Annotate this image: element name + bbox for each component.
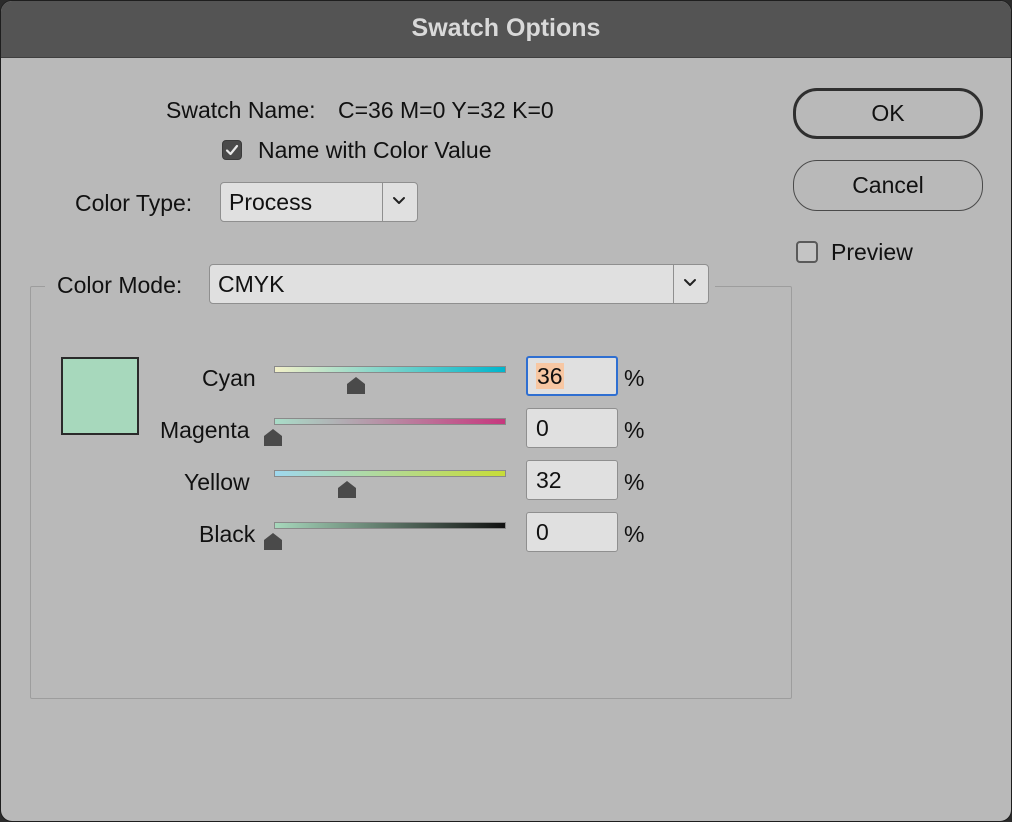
checkmark-icon bbox=[225, 144, 239, 156]
cyan-value: 36 bbox=[536, 363, 564, 389]
color-swatch-preview bbox=[61, 357, 139, 435]
magenta-slider-track[interactable] bbox=[274, 418, 506, 425]
yellow-unit: % bbox=[624, 469, 645, 495]
cyan-label: Cyan bbox=[202, 365, 256, 391]
color-type-select[interactable]: Process bbox=[220, 182, 418, 222]
cyan-value-input[interactable]: 36 bbox=[526, 356, 618, 396]
chevron-down-icon bbox=[684, 279, 696, 286]
black-slider-track[interactable] bbox=[274, 522, 506, 529]
magenta-unit: % bbox=[624, 417, 645, 443]
black-slider-thumb[interactable] bbox=[264, 533, 282, 550]
dialog-title: Swatch Options bbox=[1, 1, 1011, 58]
color-mode-value: CMYK bbox=[218, 271, 285, 297]
color-type-label: Color Type: bbox=[75, 190, 193, 216]
swatch-name-value: C=36 M=0 Y=32 K=0 bbox=[338, 97, 554, 123]
name-with-color-value-checkbox[interactable] bbox=[222, 140, 242, 160]
preview-checkbox[interactable] bbox=[796, 241, 818, 263]
ok-button[interactable]: OK bbox=[793, 88, 983, 139]
color-mode-dropdown-button[interactable] bbox=[673, 265, 708, 303]
color-type-dropdown-button[interactable] bbox=[382, 183, 417, 221]
cyan-slider-track[interactable] bbox=[274, 366, 506, 373]
cyan-unit: % bbox=[624, 365, 645, 391]
color-mode-label: Color Mode: bbox=[57, 272, 183, 298]
color-mode-select[interactable]: CMYK bbox=[209, 264, 709, 304]
swatch-name-label: Swatch Name: bbox=[166, 97, 316, 123]
chevron-down-icon bbox=[393, 197, 405, 204]
swatch-options-dialog: Swatch Options Swatch Name: C=36 M=0 Y=3… bbox=[0, 0, 1012, 822]
yellow-slider-thumb[interactable] bbox=[338, 481, 356, 498]
yellow-slider-track[interactable] bbox=[274, 470, 506, 477]
yellow-value-input[interactable]: 32 bbox=[526, 460, 618, 500]
cancel-button[interactable]: Cancel bbox=[793, 160, 983, 211]
color-type-value: Process bbox=[229, 189, 313, 215]
magenta-slider-thumb[interactable] bbox=[264, 429, 282, 446]
color-mode-group bbox=[30, 286, 792, 699]
preview-label[interactable]: Preview bbox=[831, 239, 913, 266]
black-unit: % bbox=[624, 521, 645, 547]
magenta-value-input[interactable]: 0 bbox=[526, 408, 618, 448]
magenta-label: Magenta bbox=[160, 417, 250, 443]
yellow-label: Yellow bbox=[184, 469, 250, 495]
black-label: Black bbox=[199, 521, 256, 547]
name-with-color-value-label[interactable]: Name with Color Value bbox=[258, 137, 492, 164]
black-value-input[interactable]: 0 bbox=[526, 512, 618, 552]
cyan-slider-thumb[interactable] bbox=[347, 377, 365, 394]
